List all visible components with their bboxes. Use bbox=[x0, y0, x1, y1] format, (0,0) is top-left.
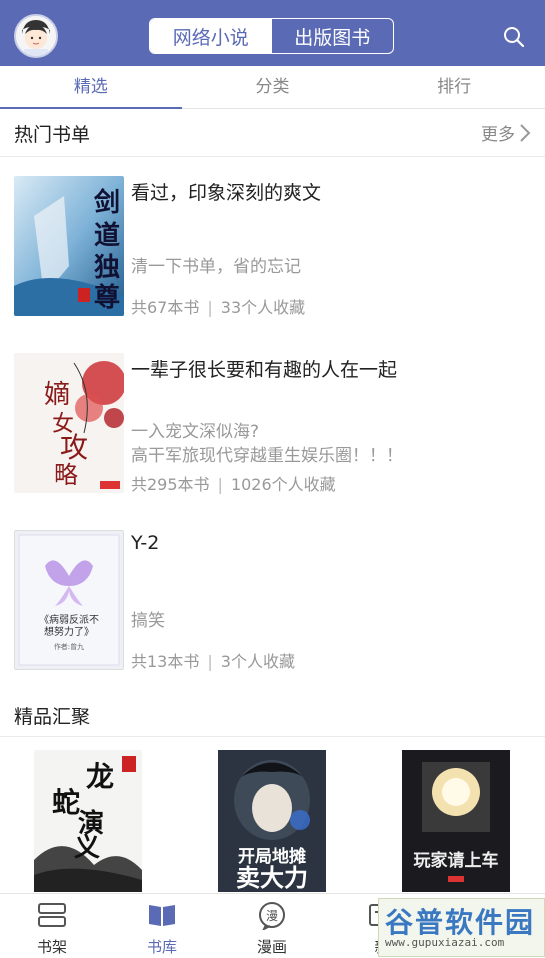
svg-text:义: 义 bbox=[74, 833, 100, 863]
favorite-count: 1026个人收藏 bbox=[230, 475, 336, 494]
book-list-title: 一辈子很长要和有趣的人在一起 bbox=[131, 359, 398, 381]
nav-library[interactable]: 书库 bbox=[122, 894, 202, 958]
section-title-featured: 精品汇聚 bbox=[14, 706, 91, 728]
list-item[interactable]: 剑 道 独 尊 看过，印象深刻的爽文 清一下书单，省的忘记 共67本书 | 33个人… bbox=[0, 176, 545, 317]
book-list-desc: 一入宠文深似海? bbox=[131, 422, 260, 442]
book-list-meta: 共295本书 | 1026个人收藏 bbox=[131, 475, 336, 494]
svg-text:嫡: 嫡 bbox=[44, 380, 70, 410]
nav-label: 书库 bbox=[146, 938, 177, 956]
book-count: 共67本书 bbox=[131, 298, 200, 317]
book-cover: 《病弱反派不 想努力了》 作者:曾九 bbox=[14, 530, 124, 670]
svg-text:攻: 攻 bbox=[60, 431, 88, 464]
favorite-count: 3个人收藏 bbox=[220, 652, 295, 671]
svg-text:玩家请上车: 玩家请上车 bbox=[414, 850, 499, 871]
tab-ranking[interactable]: 排行 bbox=[363, 66, 545, 108]
search-icon[interactable] bbox=[503, 26, 525, 48]
svg-text:剑: 剑 bbox=[94, 187, 120, 218]
list-item[interactable]: 嫡 女 攻 略 一辈子很长要和有趣的人在一起 一入宠文深似海? 高干军旅现代穿越… bbox=[0, 353, 545, 494]
section-divider bbox=[0, 736, 545, 737]
svg-text:道: 道 bbox=[94, 220, 120, 251]
more-label: 更多 bbox=[481, 125, 515, 145]
category-segment: 网络小说 出版图书 bbox=[149, 18, 394, 54]
nav-label: 书架 bbox=[36, 938, 67, 956]
watermark-name: 谷普软件园 bbox=[385, 906, 536, 939]
section-divider bbox=[0, 156, 545, 157]
svg-text:尊: 尊 bbox=[94, 282, 120, 313]
favorite-count: 33个人收藏 bbox=[220, 298, 306, 317]
book-list-desc-line2: 高干军旅现代穿越重生娱乐圈！！！ bbox=[131, 446, 403, 466]
svg-text:龙: 龙 bbox=[86, 760, 114, 793]
top-header: 网络小说 出版图书 bbox=[0, 0, 545, 66]
svg-text:蛇: 蛇 bbox=[52, 786, 80, 819]
avatar-face-icon bbox=[16, 16, 56, 56]
book-list-title: Y-2 bbox=[131, 532, 160, 554]
nav-bookshelf[interactable]: 书架 bbox=[12, 894, 92, 958]
svg-text:漫: 漫 bbox=[266, 909, 278, 923]
sub-tabs: 精选 分类 排行 bbox=[0, 66, 545, 109]
user-avatar[interactable] bbox=[14, 14, 58, 58]
svg-text:想努力了》: 想努力了》 bbox=[44, 625, 94, 638]
book-count: 共295本书 bbox=[131, 475, 210, 494]
tab-featured[interactable]: 精选 bbox=[0, 66, 182, 109]
segment-web-novel[interactable]: 网络小说 bbox=[150, 19, 272, 53]
featured-book-cover[interactable]: 玩家请上车 bbox=[402, 750, 510, 892]
svg-text:略: 略 bbox=[54, 461, 78, 489]
book-list-title: 看过，印象深刻的爽文 bbox=[131, 182, 322, 204]
book-cover: 嫡 女 攻 略 bbox=[14, 353, 124, 493]
open-book-icon bbox=[149, 905, 175, 926]
svg-text:独: 独 bbox=[94, 253, 120, 283]
section-title-hot-lists: 热门书单 bbox=[14, 124, 91, 146]
bookshelf-icon bbox=[38, 903, 66, 927]
svg-text:作者:曾九: 作者:曾九 bbox=[54, 642, 84, 651]
nav-label: 漫画 bbox=[256, 938, 287, 956]
book-list-desc: 搞笑 bbox=[131, 611, 165, 631]
nav-comics[interactable]: 漫 漫画 bbox=[232, 894, 312, 958]
featured-book-cover[interactable]: 开局地摊 卖大力 bbox=[218, 750, 326, 892]
book-list-desc: 清一下书单，省的忘记 bbox=[131, 257, 301, 277]
watermark-url: www.gupuxiazai.com bbox=[385, 936, 505, 949]
more-link[interactable]: 更多 bbox=[481, 120, 531, 145]
segment-published-books[interactable]: 出版图书 bbox=[272, 19, 394, 53]
book-count: 共13本书 bbox=[131, 652, 200, 671]
book-list-meta: 共13本书 | 3个人收藏 bbox=[131, 652, 295, 671]
svg-text:《病弱反派不: 《病弱反派不 bbox=[39, 613, 99, 626]
svg-text:卖大力: 卖大力 bbox=[236, 864, 308, 892]
site-watermark: 谷普软件园 www.gupuxiazai.com bbox=[378, 898, 545, 957]
book-list-meta: 共67本书 | 33个人收藏 bbox=[131, 298, 306, 317]
comic-bubble-icon: 漫 bbox=[259, 902, 285, 930]
featured-book-cover[interactable]: 龙 蛇 演 义 bbox=[34, 750, 142, 892]
book-cover: 剑 道 独 尊 bbox=[14, 176, 124, 316]
tab-category[interactable]: 分类 bbox=[182, 66, 364, 108]
chevron-right-icon bbox=[520, 123, 531, 142]
list-item[interactable]: 《病弱反派不 想努力了》 作者:曾九 Y-2 搞笑 共13本书 | 3个人收藏 bbox=[0, 530, 545, 671]
